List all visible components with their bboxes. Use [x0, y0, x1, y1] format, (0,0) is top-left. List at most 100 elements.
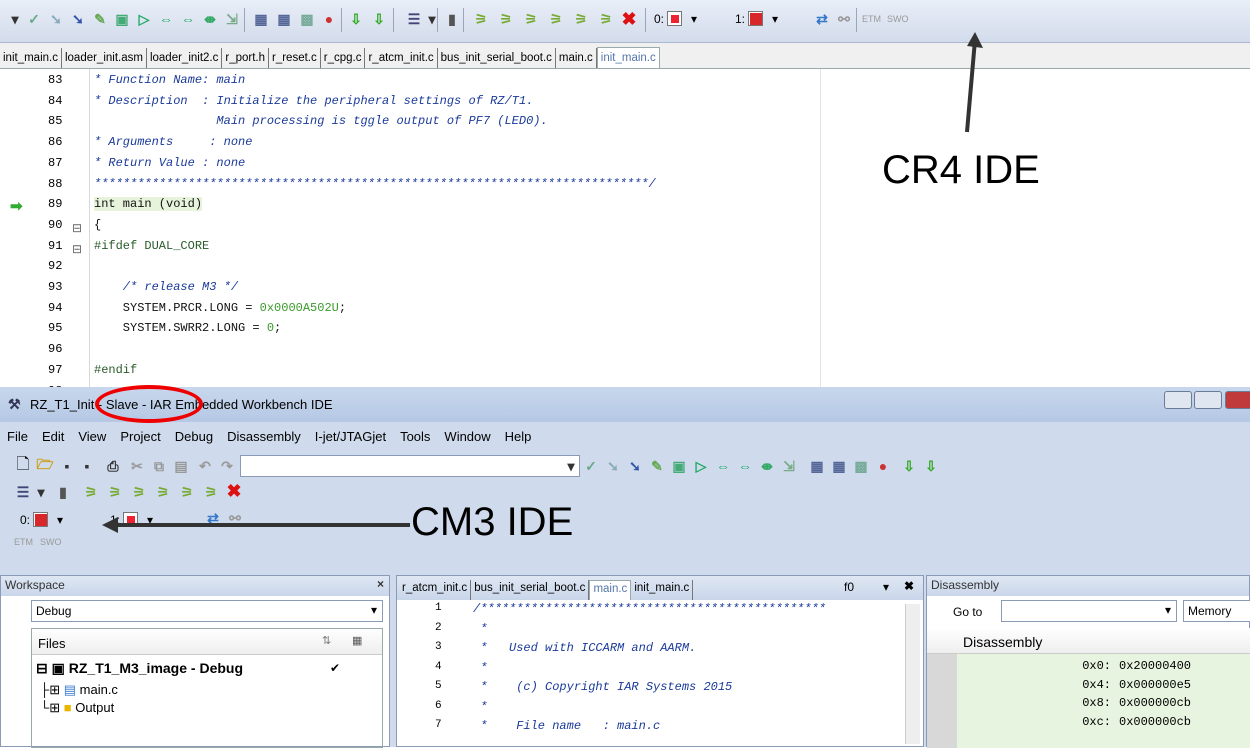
build-icon[interactable]: ✎ [648, 457, 666, 475]
breakpoint-icon[interactable]: ▦ [808, 457, 826, 475]
upper-code-editor[interactable]: 83 * Function Name: main 84 * Description :… [0, 69, 1250, 398]
arrow-icon[interactable]: ➘ [47, 10, 65, 28]
debug-icon[interactable]: ⇩ [370, 10, 388, 28]
editor2-code[interactable]: 1 /**************************************… [397, 600, 923, 748]
tree-item-project[interactable]: ⊟ ▣ RZ_T1_M3_image - Debug [36, 660, 243, 677]
stop-icon[interactable]: ● [320, 10, 338, 28]
dropdown-arrow-icon[interactable]: ▾ [883, 580, 889, 594]
swo-label[interactable]: SWO [887, 14, 909, 24]
memory-icon[interactable]: ▦ [275, 10, 293, 28]
core0-selector[interactable]: 0: ▾ [20, 512, 63, 527]
config-select[interactable]: Debug ▾ [31, 600, 383, 622]
close-icon[interactable]: ✖ [620, 9, 638, 29]
step-into-icon[interactable]: ⇔ [179, 10, 197, 28]
download-icon[interactable]: ⇩ [900, 457, 918, 475]
open-icon[interactable]: 🗁 [36, 456, 54, 475]
sort-icon[interactable]: ⇅ [322, 634, 331, 647]
step-icon[interactable]: ➘ [626, 457, 644, 475]
tab-2[interactable]: loader_init2.c [147, 48, 223, 68]
copy-icon[interactable]: ⧉ [150, 457, 168, 475]
trace2-icon[interactable]: ⚞ [106, 483, 124, 501]
swo-label[interactable]: SWO [40, 537, 62, 547]
editor2-tab-2[interactable]: main.c [589, 580, 632, 600]
goto-input[interactable]: ▾ [1001, 600, 1177, 622]
dropdown-arrow-icon[interactable]: ▾ [6, 10, 24, 28]
step-over-icon[interactable]: ⇔ [714, 457, 732, 475]
menu-tools[interactable]: Tools [393, 429, 437, 449]
trace5-icon[interactable]: ⚞ [178, 483, 196, 501]
fold-icon[interactable]: ⊟ [72, 221, 82, 235]
dropdown-icon[interactable]: ▾ [423, 10, 441, 28]
stop-icon[interactable]: ● [874, 457, 892, 475]
tab-1[interactable]: loader_init.asm [62, 48, 147, 68]
build-icon[interactable]: ✎ [91, 10, 109, 28]
memory-icon[interactable]: ▦ [830, 457, 848, 475]
memory-select[interactable]: Memory [1183, 600, 1250, 622]
close-icon[interactable]: ✖ [225, 481, 243, 501]
trace4-icon[interactable]: ⚞ [547, 10, 565, 28]
tab-4[interactable]: r_reset.c [269, 48, 321, 68]
download-icon[interactable]: ⇩ [347, 10, 365, 28]
dropdown-arrow-icon[interactable]: ▾ [562, 457, 580, 475]
trace4-icon[interactable]: ⚞ [154, 483, 172, 501]
editor2-tab-0[interactable]: r_atcm_init.c [399, 580, 472, 600]
redo-icon[interactable]: ↷ [218, 457, 236, 475]
step-icon[interactable]: ➘ [69, 10, 87, 28]
tab-9[interactable]: init_main.c [596, 47, 660, 68]
menu-edit[interactable]: Edit [35, 429, 71, 449]
tab-5[interactable]: r_cpg.c [321, 48, 366, 68]
menu-view[interactable]: View [71, 429, 113, 449]
reset-icon[interactable]: ⇲ [780, 457, 798, 475]
maximize-button[interactable] [1194, 391, 1222, 409]
tree-item-main-c[interactable]: ├⊞ ▤ main.c [40, 682, 118, 698]
arrow-icon[interactable]: ➘ [604, 457, 622, 475]
step-over-icon[interactable]: ⇔ [157, 10, 175, 28]
menu-disassembly[interactable]: Disassembly [220, 429, 308, 449]
align-icon[interactable]: ☰ [405, 10, 423, 28]
tab-8[interactable]: main.c [556, 48, 597, 68]
tab-6[interactable]: r_atcm_init.c [365, 48, 438, 68]
menu-debug[interactable]: Debug [168, 429, 220, 449]
arrow-right-icon[interactable]: ⇄ [813, 10, 831, 28]
breakpoint-icon[interactable]: ▦ [252, 10, 270, 28]
save-all-icon[interactable]: ▪ [78, 457, 96, 475]
trace-icon[interactable]: ⚞ [82, 483, 100, 501]
toggle-icon[interactable]: ▮ [443, 10, 461, 28]
trace3-icon[interactable]: ⚞ [130, 483, 148, 501]
trace2-icon[interactable]: ⚞ [497, 10, 515, 28]
editor2-tab-3[interactable]: init_main.c [631, 580, 694, 600]
etm-label[interactable]: ETM [862, 14, 881, 24]
go-icon[interactable]: ▷ [692, 457, 710, 475]
window-icon[interactable]: ▣ [113, 10, 131, 28]
trace6-icon[interactable]: ⚞ [597, 10, 615, 28]
fold-icon[interactable]: ⊟ [72, 242, 82, 256]
tab-7[interactable]: bus_init_serial_boot.c [438, 48, 556, 68]
run-to-icon[interactable]: ⇼ [201, 10, 219, 28]
find-combo[interactable] [240, 455, 580, 477]
check-icon[interactable]: ✓ [582, 457, 600, 475]
menu-file[interactable]: File [0, 429, 35, 449]
trace-icon[interactable]: ⚞ [472, 10, 490, 28]
tab-0[interactable]: init_main.c [0, 48, 62, 68]
trace6-icon[interactable]: ⚞ [202, 483, 220, 501]
run-to-icon[interactable]: ⇼ [758, 457, 776, 475]
cut-icon[interactable]: ✂ [128, 457, 146, 475]
debug-icon[interactable]: ⇩ [922, 457, 940, 475]
reset-icon[interactable]: ⇲ [223, 10, 241, 28]
menu-help[interactable]: Help [498, 429, 539, 449]
align-icon[interactable]: ☰ [14, 483, 32, 501]
etm-label[interactable]: ETM [14, 537, 33, 547]
register-icon[interactable]: ▩ [298, 10, 316, 28]
menu-window[interactable]: Window [437, 429, 497, 449]
undo-icon[interactable]: ↶ [196, 457, 214, 475]
check-icon[interactable]: ✓ [25, 10, 43, 28]
options-icon[interactable]: ▦ [352, 634, 362, 647]
save-icon[interactable]: ▪ [58, 457, 76, 475]
trace5-icon[interactable]: ⚞ [572, 10, 590, 28]
editor2-tab-1[interactable]: bus_init_serial_boot.c [471, 580, 590, 600]
minimize-button[interactable] [1164, 391, 1192, 409]
menu-project[interactable]: Project [113, 429, 167, 449]
close-button[interactable] [1225, 391, 1250, 409]
editor2-scrollbar[interactable] [905, 604, 920, 744]
go-icon[interactable]: ▷ [135, 10, 153, 28]
